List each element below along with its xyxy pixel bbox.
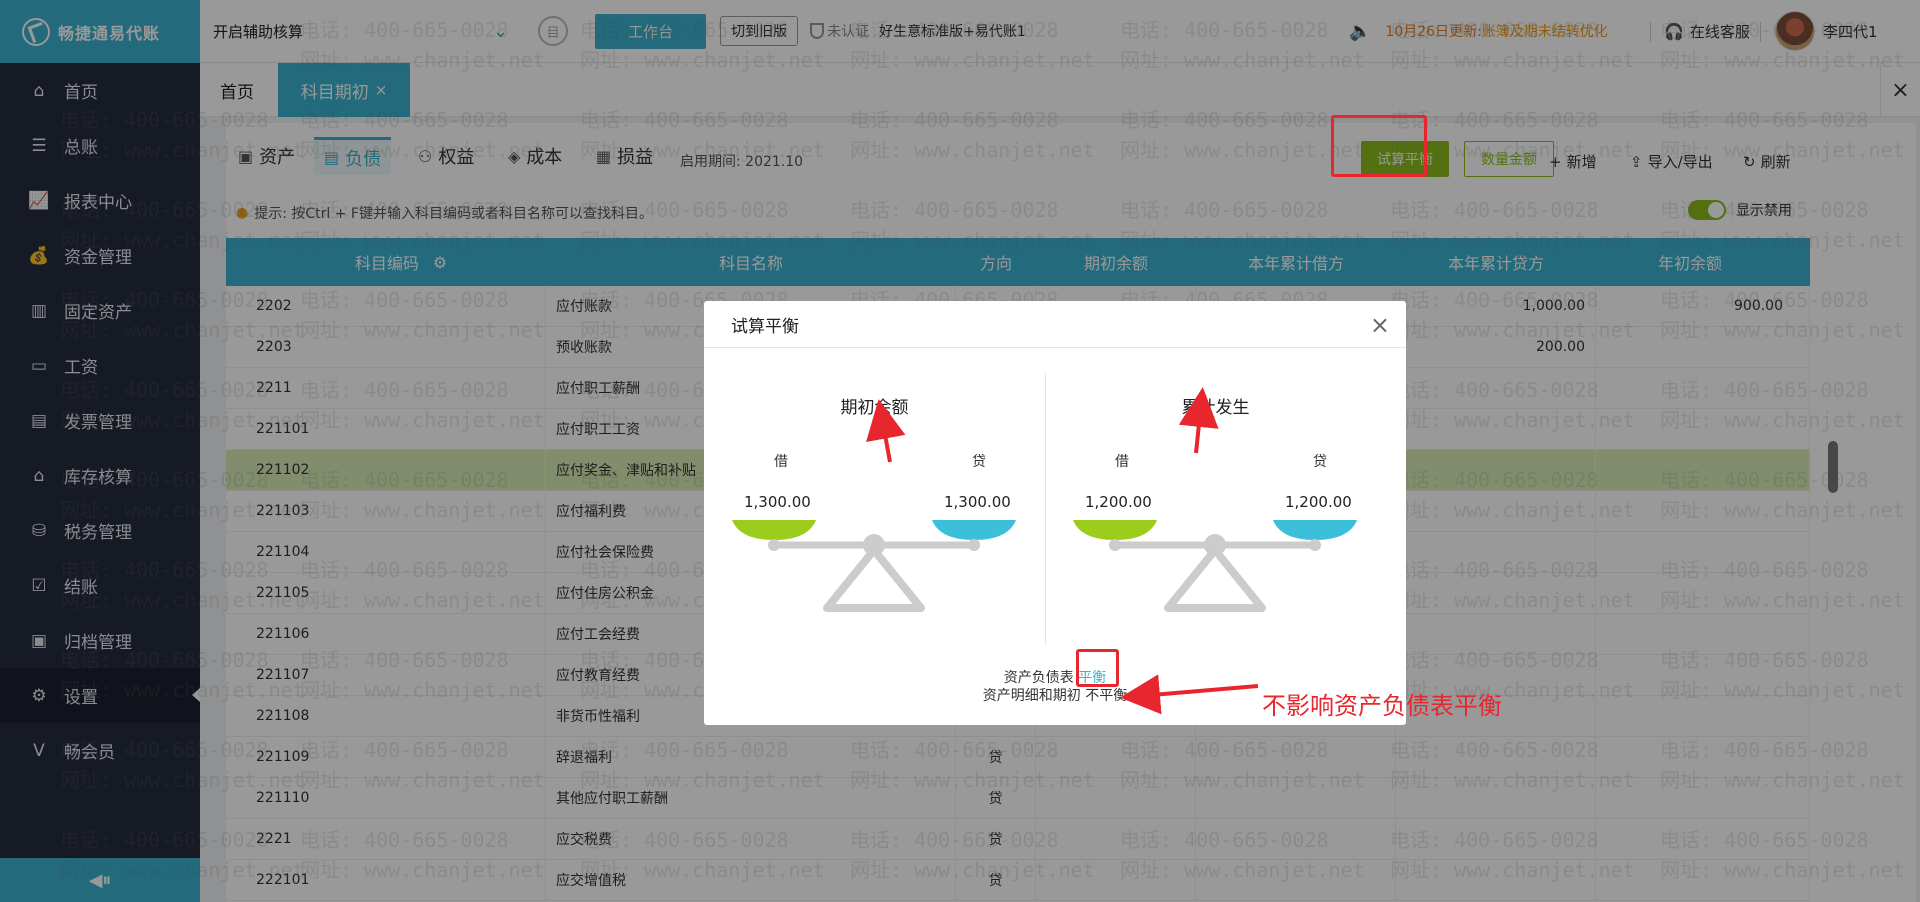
app-root: 畅捷通易代账 ⌂ 首页 ☰ 总账 📈 报表中心 💰 资金管理 ▥ 固定资产 ▭ 工资 ▤ 发票管理 ⌂ 库存核… [0,0,1920,902]
annotation-arrows [866,387,1259,715]
annotation-arrow [866,399,906,463]
annotation-text: 不影响资产负债表平衡 [1262,692,1502,720]
annotation-arrow [1178,387,1219,454]
annotation-arrow [1120,674,1259,715]
